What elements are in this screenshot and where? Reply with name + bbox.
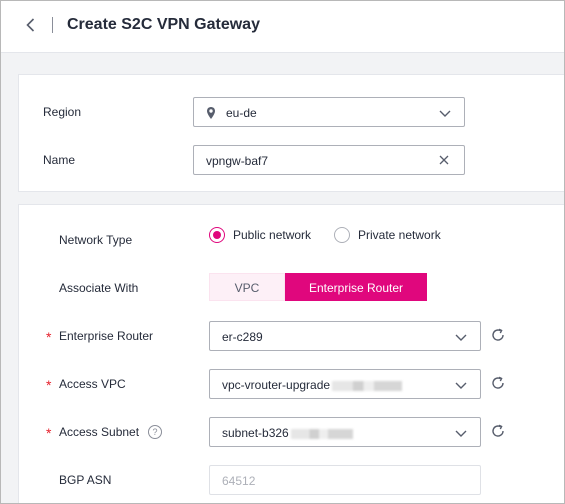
help-icon[interactable]: ? <box>148 425 162 439</box>
chevron-down-icon <box>438 106 452 120</box>
header-divider <box>52 17 53 33</box>
access-vpc-text: vpc-vrouter-upgrade <box>222 378 331 392</box>
access-vpc-label: Access VPC <box>59 377 126 391</box>
chevron-left-icon <box>26 18 35 32</box>
access-subnet-select[interactable]: subnet-b326 <box>209 417 481 447</box>
associate-with-label: Associate With <box>59 281 139 295</box>
access-subnet-label: Access Subnet <box>59 425 140 439</box>
refresh-enterprise-router-icon[interactable] <box>490 327 506 343</box>
page-header: Create S2C VPN Gateway <box>1 1 564 53</box>
associate-enterprise-router-option[interactable]: Enterprise Router <box>285 273 427 301</box>
name-value: vpngw-baf7 <box>206 154 269 168</box>
chevron-down-icon <box>454 426 468 440</box>
associate-vpc-option[interactable]: VPC <box>209 273 285 301</box>
app-window: Create S2C VPN Gateway Region eu-de Name… <box>0 0 565 504</box>
access-vpc-value: vpc-vrouter-upgrade <box>222 377 403 393</box>
required-marker: * <box>46 329 52 345</box>
radio-public-label: Public network <box>233 228 312 242</box>
access-vpc-select[interactable]: vpc-vrouter-upgrade <box>209 369 481 399</box>
redacted-text <box>332 380 403 391</box>
back-button[interactable] <box>21 15 41 35</box>
name-label: Name <box>43 153 76 167</box>
radio-dot <box>334 227 350 243</box>
page-title: Create S2C VPN Gateway <box>67 16 260 33</box>
radio-private-label: Private network <box>358 228 441 242</box>
name-input[interactable]: vpngw-baf7 <box>193 145 465 175</box>
access-subnet-value: subnet-b326 <box>222 425 353 441</box>
location-pin-icon <box>206 106 216 120</box>
region-label: Region <box>43 105 82 119</box>
required-marker: * <box>46 377 52 393</box>
radio-dot-selected <box>209 227 225 243</box>
chevron-down-icon <box>454 378 468 392</box>
bgp-asn-input[interactable]: 64512 <box>209 465 481 495</box>
enterprise-router-select[interactable]: er-c289 <box>209 321 481 351</box>
refresh-subnet-icon[interactable] <box>490 423 506 439</box>
bgp-asn-label: BGP ASN <box>59 473 112 487</box>
access-subnet-text: subnet-b326 <box>222 426 289 440</box>
enterprise-router-value: er-c289 <box>222 330 263 344</box>
required-marker: * <box>46 425 52 441</box>
associate-with-toggle: VPC Enterprise Router <box>209 273 427 301</box>
network-card: Network Type Public network Private netw… <box>18 204 564 503</box>
network-type-label: Network Type <box>59 233 133 247</box>
chevron-down-icon <box>454 330 468 344</box>
region-select[interactable]: eu-de <box>193 97 465 127</box>
bgp-asn-placeholder: 64512 <box>222 474 256 488</box>
redacted-text <box>290 428 353 439</box>
clear-icon[interactable] <box>438 154 450 166</box>
region-value: eu-de <box>226 106 257 120</box>
basic-info-card: Region eu-de Name vpngw-baf7 <box>18 74 564 192</box>
enterprise-router-label: Enterprise Router <box>59 329 154 343</box>
refresh-vpc-icon[interactable] <box>490 375 506 391</box>
